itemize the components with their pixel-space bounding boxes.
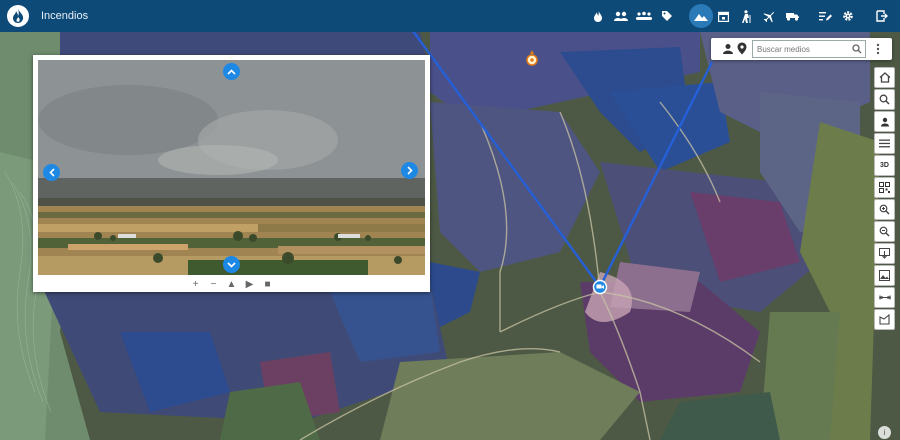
zoom-out-icon bbox=[879, 226, 890, 237]
info-button[interactable]: i bbox=[878, 426, 891, 439]
chevron-down-icon bbox=[227, 261, 236, 268]
3d-button[interactable]: 3D bbox=[874, 155, 895, 176]
stop-control[interactable]: ■ bbox=[263, 279, 273, 290]
tag-icon[interactable] bbox=[657, 6, 677, 26]
polygon-icon bbox=[879, 314, 890, 325]
camera-right-button[interactable] bbox=[401, 162, 418, 179]
home-button[interactable] bbox=[874, 67, 895, 88]
more-options-icon[interactable] bbox=[876, 43, 880, 55]
top-bar: Incendios bbox=[0, 0, 900, 32]
3d-label: 3D bbox=[880, 162, 889, 169]
search-icon[interactable] bbox=[852, 44, 862, 54]
edit-list-icon[interactable] bbox=[815, 6, 835, 26]
download-button[interactable] bbox=[874, 243, 895, 264]
search-input[interactable] bbox=[752, 40, 866, 58]
qr-code-icon bbox=[879, 182, 890, 193]
zoom-out-button[interactable] bbox=[874, 221, 895, 242]
zoom-in-control[interactable]: + bbox=[191, 279, 201, 290]
menu-icon bbox=[879, 139, 890, 148]
people-icon[interactable] bbox=[611, 6, 631, 26]
home-icon bbox=[879, 72, 890, 83]
calendar-icon[interactable] bbox=[713, 6, 733, 26]
location-pin-icon[interactable] bbox=[737, 42, 747, 55]
fire-icon[interactable] bbox=[588, 6, 608, 26]
download-icon bbox=[879, 248, 890, 259]
search-map-button[interactable] bbox=[874, 89, 895, 110]
plane-icon[interactable] bbox=[759, 6, 779, 26]
measure-button[interactable] bbox=[874, 287, 895, 308]
gear-icon[interactable] bbox=[838, 6, 858, 26]
search-panel bbox=[711, 38, 892, 60]
camera-image bbox=[38, 60, 425, 275]
image-export-button[interactable] bbox=[874, 265, 895, 286]
zoom-out-control[interactable]: − bbox=[209, 279, 219, 290]
chevron-left-icon bbox=[48, 168, 55, 177]
hiker-icon[interactable] bbox=[736, 6, 756, 26]
camera-controls: + − ▲ ▶ ■ bbox=[33, 277, 430, 291]
zoom-in-icon bbox=[879, 204, 890, 215]
qr-button[interactable] bbox=[874, 177, 895, 198]
person-filter-icon[interactable] bbox=[722, 43, 734, 55]
camera-panel[interactable]: + − ▲ ▶ ■ bbox=[33, 55, 430, 292]
user-button[interactable] bbox=[874, 111, 895, 132]
camera-up-button[interactable] bbox=[223, 63, 240, 80]
camera-down-button[interactable] bbox=[223, 256, 240, 273]
group-icon[interactable] bbox=[634, 6, 654, 26]
image-icon bbox=[879, 270, 890, 281]
truck-icon[interactable] bbox=[782, 6, 802, 26]
ruler-icon bbox=[878, 295, 891, 300]
area-button[interactable] bbox=[874, 309, 895, 330]
mountain-icon[interactable] bbox=[691, 6, 711, 26]
user-icon bbox=[880, 117, 889, 126]
info-label: i bbox=[883, 428, 886, 437]
zoom-in-button[interactable] bbox=[874, 199, 895, 220]
camera-left-button[interactable] bbox=[43, 164, 60, 181]
layers-menu-button[interactable] bbox=[874, 133, 895, 154]
app-logo[interactable] bbox=[7, 5, 29, 27]
chevron-up-icon bbox=[227, 68, 236, 75]
app-title: Incendios bbox=[41, 10, 89, 22]
north-control[interactable]: ▲ bbox=[227, 279, 237, 290]
flame-logo-icon bbox=[13, 9, 24, 23]
camera-marker-icon bbox=[592, 279, 608, 295]
magnifier-icon bbox=[879, 94, 890, 105]
logout-icon[interactable] bbox=[872, 6, 892, 26]
chevron-right-icon bbox=[406, 166, 413, 175]
play-control[interactable]: ▶ bbox=[245, 279, 255, 290]
